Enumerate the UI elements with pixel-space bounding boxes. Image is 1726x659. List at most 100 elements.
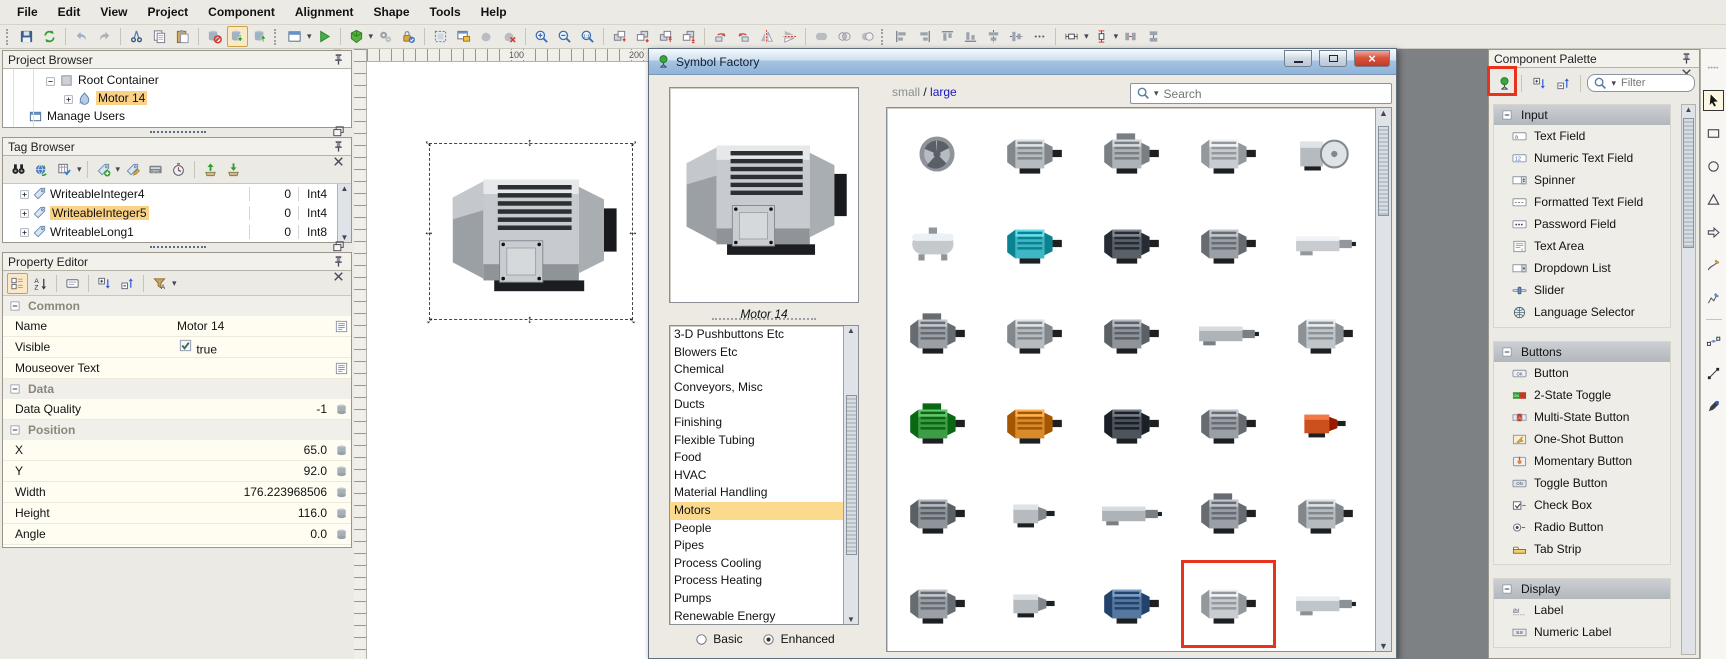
symbol-motor[interactable] <box>888 379 985 469</box>
scrollbar-thumb[interactable] <box>1683 118 1694 248</box>
scroll-up-icon[interactable]: ▲ <box>1379 108 1388 118</box>
property-row-y[interactable]: Y 92.0 <box>3 461 351 482</box>
filter-input[interactable] <box>1618 76 1689 90</box>
minus-box-icon[interactable] <box>1499 581 1515 597</box>
resize-handle[interactable]: ↔ <box>421 312 438 329</box>
palette-section-header[interactable]: Input <box>1494 105 1670 125</box>
binoculars-button[interactable] <box>8 159 29 180</box>
scroll-down-icon[interactable]: ▼ <box>847 615 855 624</box>
menu-project[interactable]: Project <box>138 2 197 22</box>
menu-component[interactable]: Component <box>199 2 284 22</box>
symbol-motor[interactable] <box>888 109 985 199</box>
category-motors[interactable]: Motors <box>670 501 858 520</box>
category-flexible-tubing[interactable]: Flexible Tubing <box>670 432 858 450</box>
menu-file[interactable]: File <box>8 2 47 22</box>
palette-item-button[interactable]: OK Button <box>1494 362 1670 384</box>
menu-shape[interactable]: Shape <box>365 2 419 22</box>
palette-item-dropdown-list[interactable]: Dropdown List <box>1494 257 1670 279</box>
bind-property-icon[interactable] <box>333 401 349 417</box>
palette-item-momentary-button[interactable]: Momentary Button <box>1494 450 1670 472</box>
menu-alignment[interactable]: Alignment <box>286 2 363 22</box>
resize-handle[interactable]: ↔ <box>625 135 642 152</box>
property-value[interactable]: 116.0 <box>173 506 331 520</box>
property-row-name[interactable]: Name Motor 14 <box>3 316 351 337</box>
symbol-motor[interactable] <box>1180 109 1277 199</box>
path-nodes-button[interactable] <box>1703 330 1724 351</box>
float-button[interactable] <box>331 239 346 254</box>
align-top-button[interactable] <box>937 26 958 47</box>
palette-item-password-field[interactable]: Password Field <box>1494 213 1670 235</box>
minus-box-icon[interactable] <box>1499 107 1515 123</box>
symbol-motor[interactable] <box>888 469 985 559</box>
palette-item-numeric-text-field[interactable]: 12 Numeric Text Field <box>1494 147 1670 169</box>
zoom-actual-button[interactable]: 1:1 <box>577 26 598 47</box>
center-horizontal-button[interactable] <box>983 26 1004 47</box>
palette-scrollbar[interactable]: ▲ <box>1681 104 1696 655</box>
order-backward-button[interactable] <box>632 26 653 47</box>
palette-item-tab-strip[interactable]: Tab Strip <box>1494 538 1670 560</box>
cursor-button[interactable] <box>1703 90 1724 111</box>
pin-button[interactable] <box>331 52 346 67</box>
tag-row[interactable]: WriteableInteger4 0 Int4 <box>3 184 351 203</box>
redo-button[interactable] <box>94 26 115 47</box>
db-block-button[interactable] <box>204 26 225 47</box>
symbol-motor[interactable] <box>1277 199 1374 289</box>
menu-tools[interactable]: Tools <box>421 2 470 22</box>
toolbar-grip[interactable] <box>6 28 10 45</box>
category-food[interactable]: Food <box>670 449 858 467</box>
tree-item-root-container[interactable]: Root Container <box>3 71 351 89</box>
chevron-down-icon[interactable]: ▾ <box>1154 88 1159 99</box>
align-left-button[interactable] <box>891 26 912 47</box>
scrollbar-thumb[interactable] <box>845 395 857 555</box>
resize-handle[interactable]: ↔ <box>421 135 438 152</box>
category-pipes[interactable]: Pipes <box>670 537 858 555</box>
symbol-motor[interactable] <box>1277 469 1374 559</box>
match-height-button[interactable] <box>1143 26 1164 47</box>
pin-button[interactable] <box>331 139 346 154</box>
menu-help[interactable]: Help <box>472 2 516 22</box>
category-people[interactable]: People <box>670 520 858 538</box>
palette-item-multi-state-button[interactable]: A Multi-State Button <box>1494 406 1670 428</box>
palette-item-language-selector[interactable]: Language Selector <box>1494 301 1670 323</box>
resize-handle[interactable]: ↔ <box>423 226 435 238</box>
property-row-mouseover-text[interactable]: Mouseover Text <box>3 358 351 379</box>
expand-toggle-icon[interactable] <box>19 208 29 218</box>
symbol-motor[interactable] <box>1277 559 1374 649</box>
undo-button[interactable] <box>71 26 92 47</box>
circle-tool-button[interactable] <box>1703 156 1724 177</box>
tag-add-button[interactable] <box>93 159 114 180</box>
select-window-button[interactable] <box>453 26 474 47</box>
palette-item-slider[interactable]: Slider <box>1494 279 1670 301</box>
minus-box-icon[interactable] <box>7 298 23 314</box>
import-button[interactable] <box>200 159 221 180</box>
bind-property-icon[interactable] <box>333 505 349 521</box>
pen-button[interactable] <box>1703 396 1724 417</box>
symbol-motor[interactable] <box>1180 559 1277 649</box>
description-button[interactable] <box>62 273 83 294</box>
category-process-cooling[interactable]: Process Cooling <box>670 555 858 573</box>
category-conveyors-misc[interactable]: Conveyors, Misc <box>670 379 858 397</box>
palette-item-spinner[interactable]: Spinner <box>1494 169 1670 191</box>
rect-tool-button[interactable] <box>1703 123 1724 144</box>
bind-property-icon[interactable] <box>333 463 349 479</box>
property-value[interactable]: 176.223968506 <box>173 485 331 499</box>
segment-button[interactable] <box>1703 363 1724 384</box>
palette-item-numeric-label[interactable]: 8.8 Numeric Label <box>1494 621 1670 643</box>
property-value[interactable]: 65.0 <box>173 443 331 457</box>
size-large-link[interactable]: large <box>930 85 957 99</box>
symbol-motor[interactable] <box>1082 289 1179 379</box>
property-row-width[interactable]: Width 176.223968506 <box>3 482 351 503</box>
palette-section-header[interactable]: Display <box>1494 579 1670 599</box>
filter-funnel-button[interactable]: A <box>149 273 170 294</box>
category-ducts[interactable]: Ducts <box>670 396 858 414</box>
symbol-motor[interactable] <box>985 379 1082 469</box>
property-value[interactable]: Motor 14 <box>173 319 331 333</box>
symbol-motor[interactable] <box>985 469 1082 559</box>
symbol-motor[interactable] <box>1180 379 1277 469</box>
category-3-d-pushbuttons-etc[interactable]: 3-D Pushbuttons Etc <box>670 326 858 344</box>
resize-handle[interactable]: ↔ <box>525 314 537 326</box>
db-upload-button[interactable] <box>250 26 271 47</box>
expand-toggle-icon[interactable] <box>19 189 29 199</box>
scroll-down-icon[interactable]: ▼ <box>1379 641 1388 651</box>
chevron-down-icon[interactable]: ▾ <box>116 164 121 175</box>
